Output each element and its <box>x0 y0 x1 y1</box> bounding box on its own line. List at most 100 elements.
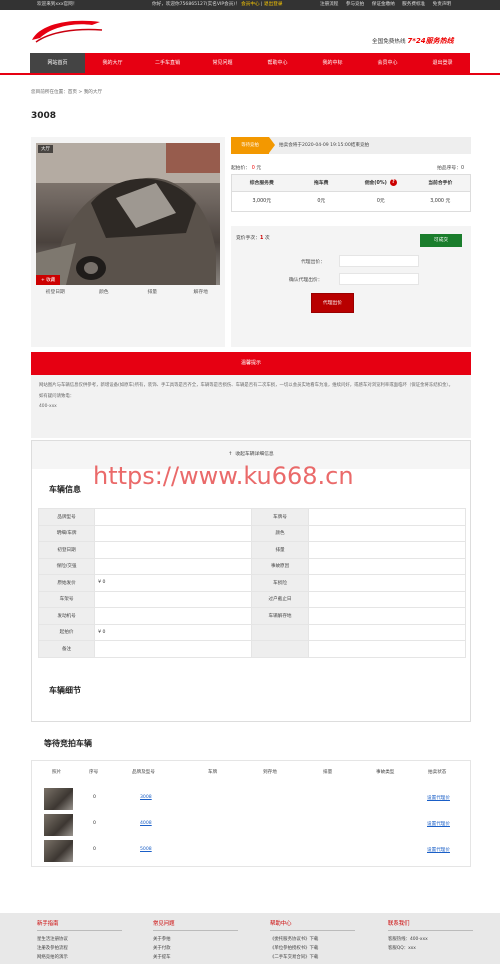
nav-item-logout[interactable]: 退出登录 <box>415 53 470 73</box>
spec-key: 起拍价 <box>37 623 96 641</box>
col-location: 到存地 <box>263 770 277 775</box>
favorite-button[interactable]: + 收藏 <box>36 275 61 285</box>
spec-value <box>307 524 467 542</box>
proxy-price-input[interactable] <box>339 255 419 267</box>
fee-header-commission: 佣金(0%)? <box>351 175 411 191</box>
spec-key: 备注 <box>37 640 96 658</box>
status-badge: 等待竞拍 <box>231 137 275 154</box>
spec-row: 车架号 过户截止日 <box>37 590 467 608</box>
spec-key: 事故原因 <box>251 557 309 575</box>
car-thumbnail[interactable] <box>44 814 73 836</box>
member-center-link[interactable]: 会员中心 <box>241 2 259 7</box>
top-link-deposit[interactable]: 保证金缴纳 <box>372 2 395 7</box>
page-title: 3008 <box>31 111 57 121</box>
proxy-bid-button[interactable]: 代理出价 <box>311 293 354 313</box>
table-row[interactable]: 0 4008 设置代理价 <box>32 814 470 836</box>
car-thumbnail[interactable] <box>44 840 73 862</box>
footer-link[interactable]: 星生活注册协议 <box>37 935 122 944</box>
logout-link[interactable]: 退出登录 <box>264 2 282 7</box>
row-model-link[interactable]: 4008 <box>140 821 152 826</box>
footer-link[interactable]: 关于付款 <box>153 944 238 953</box>
notice-text: 网站图片与车辆信息仅供参考，新增设备(如原车)所有，装饰、手工具等是否齐全，车辆… <box>39 383 453 388</box>
site-logo[interactable] <box>30 16 130 46</box>
car-photo[interactable]: 大厅 + 收藏 <box>36 143 220 285</box>
start-price: 起拍价： 0 元 <box>231 164 261 171</box>
footer-link[interactable]: 关于提车 <box>153 953 238 962</box>
bid-end-time: 拍卖会将于2020-04-09 19:15:00结束竞拍 <box>279 143 370 148</box>
spec-value <box>94 524 253 542</box>
nav-item-help[interactable]: 帮助中心 <box>250 53 305 73</box>
footer-link[interactable]: 注册及参拍流程 <box>37 944 122 953</box>
set-proxy-price-link[interactable]: 设置代理价 <box>427 821 450 827</box>
spec-value <box>94 607 253 625</box>
footer-link[interactable]: 《单位参拍授权书》下载 <box>270 944 355 953</box>
fee-header-service: 综合服务费 <box>249 181 274 186</box>
watermark-url: https://www.ku668.cn <box>93 462 354 490</box>
footer-link[interactable]: 网络竞拍的演示 <box>37 953 122 962</box>
row-model-link[interactable]: 3008 <box>140 795 152 800</box>
spec-row: 初登日期 排量 <box>37 541 467 559</box>
main-nav: 网站首页 我的大厅 二手车直销 常见问题 帮助中心 我的中标 会员中心 退出登录 <box>30 53 470 73</box>
footer-link[interactable]: 关于参拍 <box>153 935 238 944</box>
car-gallery: 大厅 + 收藏 初登日期 颜色 排量 解存地 <box>31 137 225 347</box>
fee-table-header: 综合服务费 拖车费 佣金(0%)? 当前合手价 <box>232 175 470 192</box>
spec-key: 车牌号 <box>251 508 309 526</box>
top-link-fee[interactable]: 服务费标准 <box>402 2 425 7</box>
spec-key: 保险/交强 <box>37 557 96 575</box>
confirm-price-input[interactable] <box>339 273 419 285</box>
table-row[interactable]: 0 5008 设置代理价 <box>32 840 470 862</box>
start-price-label: 起拍价： <box>231 166 251 171</box>
car-thumbnail[interactable] <box>44 788 73 810</box>
footer-link[interactable]: 客服热线：400-xxx <box>388 935 473 944</box>
table-row[interactable]: 0 3008 设置代理价 <box>32 788 470 810</box>
spec-row: 起拍价 ¥ 0 <box>37 623 467 641</box>
notice-title: 温馨提示 <box>31 352 471 375</box>
footer-link[interactable]: 《委托服务协议书》下载 <box>270 935 355 944</box>
spec-key: 车辆解存地 <box>251 607 309 625</box>
col-plate: 车牌 <box>208 770 218 775</box>
fee-header-commission-label: 佣金(0%) <box>364 181 387 186</box>
car-spec-location: 解存地 <box>193 290 208 295</box>
top-link-bidding[interactable]: 参与竞拍 <box>346 2 364 7</box>
footer-col-title: 常见问题 <box>153 919 238 931</box>
start-price-value: 0 <box>251 166 255 171</box>
top-links: 注册流程 参与竞拍 保证金缴纳 服务费标准 免责声明 <box>320 0 457 10</box>
nav-item-home[interactable]: 网站首页 <box>30 53 85 73</box>
notice-phone-label: 如有疑问请致电： <box>39 394 75 399</box>
footer-col-title: 新手指南 <box>37 919 122 931</box>
spec-key: 颜色 <box>251 524 309 542</box>
set-proxy-price-link[interactable]: 设置代理价 <box>427 795 450 801</box>
spec-key: 过户截止日 <box>251 590 309 608</box>
nav-item-used-car[interactable]: 二手车直销 <box>140 53 195 73</box>
row-model-link[interactable]: 5008 <box>140 847 152 852</box>
spec-key: 车损险 <box>251 574 309 592</box>
spec-key <box>251 623 309 641</box>
nav-item-faq[interactable]: 常见问题 <box>195 53 250 73</box>
vehicle-spec-table: 品牌型号 车牌号 明细/车牌 颜色 初登日期 排量 保险/交强 事故原因 原始发价 ¥ 0 车损险车… <box>37 508 467 658</box>
footer-link[interactable]: 《二手车交易合同》下载 <box>270 953 355 962</box>
start-price-unit: 元 <box>256 166 262 171</box>
car-spec-displacement: 排量 <box>147 290 158 295</box>
set-proxy-price-link[interactable]: 设置代理价 <box>427 847 450 853</box>
spec-value <box>307 640 467 658</box>
fee-value-tow: 0元 <box>317 199 326 204</box>
spec-key: 明细/车牌 <box>37 524 96 542</box>
footer-link[interactable]: 客服QQ：xxx <box>388 944 473 953</box>
hall-tag: 大厅 <box>38 145 53 153</box>
spec-key: 排量 <box>251 541 309 559</box>
waiting-list-title: 等待竞拍车辆 <box>44 739 92 748</box>
waiting-list-table: 照片 序号 品牌及型号 车牌 到存地 排量 事故类型 拍卖状态 0 3008 设置代… <box>31 760 471 867</box>
nav-item-my-bids[interactable]: 我的中标 <box>305 53 360 73</box>
fee-value-commission: 0元 <box>376 199 385 204</box>
spec-row: 备注 <box>37 640 467 658</box>
nav-item-member-center[interactable]: 会员中心 <box>360 53 415 73</box>
spec-key: 发动机号 <box>37 607 96 625</box>
top-link-disclaimer[interactable]: 免责声明 <box>433 2 451 7</box>
help-icon[interactable]: ? <box>389 179 397 186</box>
nav-item-my-hall[interactable]: 我的大厅 <box>85 53 140 73</box>
spec-value <box>94 590 253 608</box>
top-link-register-flow[interactable]: 注册流程 <box>320 2 338 7</box>
row-seq: 0 <box>93 821 96 826</box>
deal-button[interactable]: 可成交 <box>420 234 462 247</box>
bid-count: 竞价手次：1 次 <box>236 234 270 241</box>
